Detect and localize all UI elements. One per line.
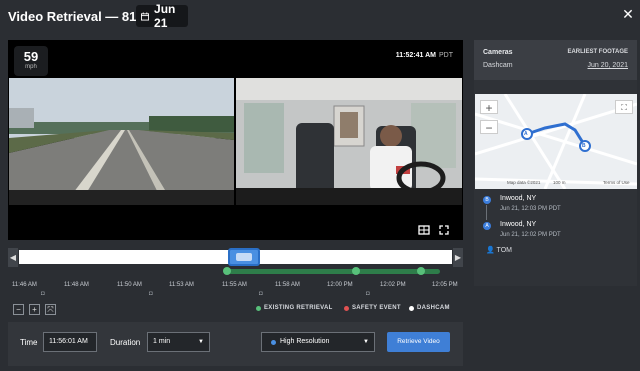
driver-name: TOM xyxy=(496,247,512,254)
map-zoom-out-button[interactable]: − xyxy=(480,120,498,135)
legend-dashcam: DASHCAM xyxy=(409,305,450,311)
map-terms-link[interactable]: Terms of Use xyxy=(603,180,630,185)
tick-label: 12:05 PM xyxy=(432,282,458,288)
tick-label: 12:00 PM xyxy=(327,282,353,288)
location-pin-b: B xyxy=(483,196,491,204)
close-icon[interactable]: ✕ xyxy=(620,6,636,22)
tick-label: 11:50 AM xyxy=(117,282,142,288)
speed-unit: mph xyxy=(25,64,37,70)
timeline-scrubber[interactable] xyxy=(228,248,260,266)
tick-label: 11:58 AM xyxy=(275,282,300,288)
timeline-track[interactable] xyxy=(19,248,452,266)
date-value: Jun 21 xyxy=(154,2,176,30)
speed-badge: 59 mph xyxy=(14,46,48,76)
tick-label: 11:48 AM xyxy=(64,282,89,288)
details-panel: Cameras Dashcam EARLIEST FOOTAGE Jun 20,… xyxy=(474,40,637,286)
time-label: Time xyxy=(20,338,38,347)
resolution-select[interactable]: High Resolution ▼ xyxy=(261,332,375,352)
earliest-footage-label: EARLIEST FOOTAGE xyxy=(567,49,628,55)
camera-info: Cameras Dashcam EARLIEST FOOTAGE Jun 20,… xyxy=(474,40,637,80)
cameras-value: Dashcam xyxy=(483,62,513,69)
legend-dot xyxy=(256,305,261,311)
existing-retrieval-bar xyxy=(227,269,440,274)
duration-select[interactable]: 1 min ▼ xyxy=(147,332,210,352)
location-time: Jun 21, 12:03 PM PDT xyxy=(500,206,561,212)
location-time: Jun 21, 12:02 PM PDT xyxy=(500,232,561,238)
duration-label: Duration xyxy=(110,338,141,347)
video-time: 11:52:41 AM xyxy=(395,52,436,59)
calendar-icon xyxy=(141,11,150,21)
duration-value: 1 min xyxy=(153,338,171,345)
legend-existing-retrieval: EXISTING RETRIEVAL xyxy=(256,305,333,311)
map-pin-a[interactable]: A xyxy=(524,131,528,137)
driver-info: 👤 TOM xyxy=(486,246,512,254)
legend-label: EXISTING RETRIEVAL xyxy=(264,305,333,311)
tick-label: 11:46 AM xyxy=(12,282,37,288)
time-input[interactable]: 11:56:01 AM xyxy=(43,332,97,352)
chevron-down-icon: ▼ xyxy=(363,339,369,345)
earliest-footage-value[interactable]: Jun 20, 2021 xyxy=(588,62,628,69)
map-fullscreen-icon[interactable]: ⛶ xyxy=(615,100,633,114)
fit-timeline-button[interactable]: ⤧ xyxy=(45,304,56,315)
zoom-out-button[interactable]: − xyxy=(13,304,24,315)
retrieval-marker[interactable] xyxy=(352,267,360,275)
location-pin-a: A xyxy=(483,222,491,230)
route-map[interactable]: A B + − ⛶ Map data ©2021 100 m Terms of … xyxy=(475,94,637,189)
retrieval-controls: Time 11:56:01 AM Duration 1 min ▼ High R… xyxy=(8,322,463,366)
camera-icon: ◘ xyxy=(366,291,370,297)
camera-icon: ◘ xyxy=(149,291,153,297)
retrieval-marker[interactable] xyxy=(223,267,231,275)
chevron-down-icon: ▼ xyxy=(198,339,204,345)
resolution-dot xyxy=(271,340,276,345)
fullscreen-icon[interactable] xyxy=(438,224,450,236)
camera-icon: ◘ xyxy=(41,291,45,297)
legend-dot xyxy=(409,305,414,311)
retrieval-marker[interactable] xyxy=(417,267,425,275)
video-player[interactable]: 59 mph 11:52:41 AM PDT xyxy=(8,40,463,240)
location-place: Inwood, NY xyxy=(500,195,537,202)
legend-safety-event: SAFETY EVENT xyxy=(344,305,401,311)
title-bar: Video Retrieval — 818 on Jun 21 ✕ xyxy=(0,0,640,34)
location-place: Inwood, NY xyxy=(500,221,537,228)
timeline-next-icon[interactable]: ▶ xyxy=(453,248,463,267)
tick-label: 11:53 AM xyxy=(169,282,194,288)
grid-view-icon[interactable] xyxy=(418,224,430,236)
timeline-ticks: 11:46 AM 11:48 AM 11:50 AM 11:53 AM 11:5… xyxy=(8,282,463,302)
video-timezone: PDT xyxy=(439,52,453,59)
map-pin-b[interactable]: B xyxy=(582,143,586,149)
road-camera-view xyxy=(9,78,234,205)
zoom-in-button[interactable]: + xyxy=(29,304,40,315)
cabin-camera-view xyxy=(236,78,462,205)
legend-dot xyxy=(344,305,349,311)
tick-label: 11:55 AM xyxy=(222,282,247,288)
camera-icon: ◘ xyxy=(259,291,263,297)
person-icon: 👤 xyxy=(486,247,495,254)
legend-label: DASHCAM xyxy=(417,305,450,311)
legend-label: SAFETY EVENT xyxy=(352,305,401,311)
cameras-label: Cameras xyxy=(483,49,513,56)
timeline-prev-icon[interactable]: ◀ xyxy=(8,248,18,267)
resolution-value: High Resolution xyxy=(280,338,330,345)
date-picker[interactable]: Jun 21 xyxy=(136,2,188,30)
map-zoom-in-button[interactable]: + xyxy=(480,100,498,115)
map-scale: 100 m xyxy=(553,180,566,185)
tick-label: 12:02 PM xyxy=(380,282,406,288)
map-attribution: Map data ©2021 xyxy=(507,180,541,185)
route-connector xyxy=(486,205,487,220)
retrieve-video-button[interactable]: Retrieve Video xyxy=(387,332,450,352)
video-timestamp: 11:52:41 AM PDT xyxy=(396,52,453,59)
speed-value: 59 xyxy=(23,49,39,64)
